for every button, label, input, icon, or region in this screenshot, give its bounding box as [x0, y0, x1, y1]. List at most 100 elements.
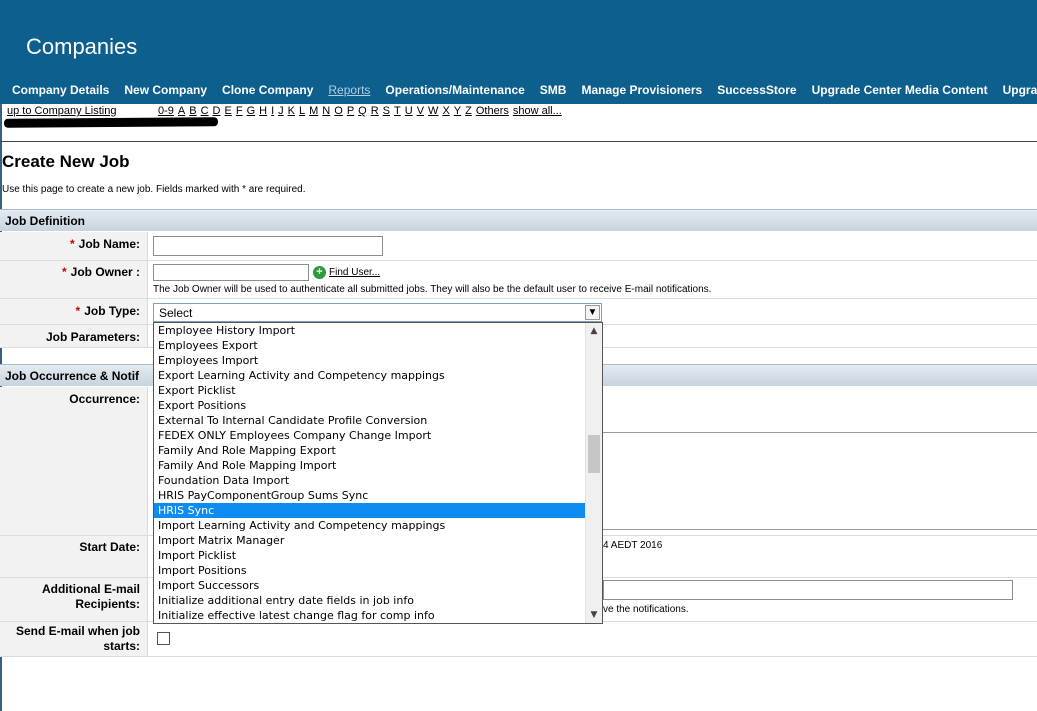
job-type-option[interactable]: Initialize effective latest change flag …: [154, 608, 586, 623]
job-type-option[interactable]: Employees Import: [154, 353, 586, 368]
page-title: Create New Job: [2, 152, 130, 171]
letter-filter-link[interactable]: X: [442, 105, 449, 117]
job-type-option[interactable]: Import Picklist: [154, 548, 586, 563]
letter-filter-link[interactable]: C: [201, 105, 209, 117]
letter-filter-link[interactable]: R: [371, 105, 379, 117]
divider: [0, 141, 1037, 142]
recipients-input[interactable]: [603, 580, 1013, 600]
job-type-option[interactable]: Initialize additional entry date fields …: [154, 593, 586, 608]
job-type-label-text: Job Type:: [84, 304, 140, 318]
redaction-mark: [3, 117, 219, 128]
start-date-value: 4 AEDT 2016: [603, 540, 663, 551]
letter-filter-link[interactable]: T: [394, 105, 401, 117]
letter-filter-link[interactable]: F: [236, 105, 243, 117]
letter-filter-link[interactable]: Y: [454, 105, 461, 117]
letter-filter-link[interactable]: V: [417, 105, 424, 117]
letter-filter-link[interactable]: K: [288, 105, 295, 117]
job-type-value: Select: [159, 306, 193, 320]
required-marker: *: [69, 237, 75, 251]
job-owner-input[interactable]: [153, 264, 309, 281]
letter-filter-link[interactable]: M: [309, 105, 318, 117]
job-owner-label: * Job Owner :: [0, 265, 148, 279]
nav-item[interactable]: New Company: [124, 83, 207, 97]
letter-filter-link[interactable]: I: [271, 105, 274, 117]
letter-filter-link[interactable]: S: [383, 105, 390, 117]
occurrence-label: Occurrence:: [69, 392, 140, 406]
letter-filter-link[interactable]: Z: [465, 105, 472, 117]
letter-filter-link[interactable]: Others: [476, 105, 509, 117]
label-column: [0, 387, 148, 657]
send-email-label: Send E-mail when job starts:: [15, 624, 140, 653]
job-type-option[interactable]: Import Learning Activity and Competency …: [154, 518, 586, 533]
nav-item[interactable]: Operations/Maintenance: [385, 83, 524, 97]
letter-filter-link[interactable]: 0-9: [158, 105, 174, 117]
letter-filter-link[interactable]: G: [247, 105, 256, 117]
nav-item[interactable]: Upgrade Center Media Content: [812, 83, 988, 97]
recipients-help: ve the notifications.: [603, 604, 689, 615]
job-type-label: * Job Type:: [0, 304, 148, 318]
letter-filter-link[interactable]: P: [347, 105, 354, 117]
job-name-label: * Job Name:: [0, 237, 148, 251]
find-user-label: Find User...: [329, 267, 381, 278]
job-type-option[interactable]: Family And Role Mapping Import: [154, 458, 586, 473]
required-marker: *: [61, 265, 67, 279]
page-intro: Use this page to create a new job. Field…: [2, 184, 306, 195]
letter-filter-link[interactable]: J: [278, 105, 284, 117]
up-to-company-listing-link[interactable]: up to Company Listing: [7, 105, 116, 117]
scroll-down-icon[interactable]: ▼: [586, 607, 602, 623]
letter-filter-link[interactable]: O: [334, 105, 343, 117]
letter-filter-link[interactable]: Q: [358, 105, 367, 117]
job-type-option[interactable]: Export Positions: [154, 398, 586, 413]
chevron-down-icon[interactable]: ▼: [585, 305, 600, 320]
scroll-up-icon[interactable]: ▲: [586, 323, 602, 339]
send-email-checkbox[interactable]: [157, 632, 170, 645]
letter-filter-link[interactable]: D: [213, 105, 221, 117]
letter-filter-link[interactable]: H: [259, 105, 267, 117]
scroll-thumb[interactable]: [588, 435, 600, 473]
letter-filter-link[interactable]: L: [299, 105, 305, 117]
required-marker: *: [75, 304, 81, 318]
section-job-definition: Job Definition: [0, 209, 1037, 231]
job-parameters-label: Job Parameters:: [45, 330, 140, 344]
job-type-options: Employee History Import Employees Export E…: [154, 323, 586, 623]
job-type-option[interactable]: Import Successors: [154, 578, 586, 593]
letter-filter-link[interactable]: B: [189, 105, 196, 117]
nav-item[interactable]: SMB: [540, 83, 567, 97]
job-type-option[interactable]: Import Matrix Manager: [154, 533, 586, 548]
letter-filter-link[interactable]: N: [322, 105, 330, 117]
job-type-option[interactable]: HRIS Sync: [154, 503, 586, 518]
job-type-option[interactable]: Employees Export: [154, 338, 586, 353]
job-type-option[interactable]: Import Positions: [154, 563, 586, 578]
job-name-label-text: Job Name:: [78, 237, 140, 251]
nav-item[interactable]: Company Details: [12, 83, 109, 97]
nav-item[interactable]: Clone Company: [222, 83, 313, 97]
row-divider: [0, 298, 1037, 299]
letter-filter-link[interactable]: E: [225, 105, 232, 117]
dropdown-scrollbar[interactable]: ▲ ▼: [585, 323, 602, 623]
job-type-option[interactable]: External To Internal Candidate Profile C…: [154, 413, 586, 428]
job-type-option[interactable]: FEDEX ONLY Employees Company Change Impo…: [154, 428, 586, 443]
letter-filter-link[interactable]: U: [405, 105, 413, 117]
letter-filter-link[interactable]: show all...: [513, 105, 562, 117]
job-type-option[interactable]: Export Picklist: [154, 383, 586, 398]
job-type-option[interactable]: Foundation Data Import: [154, 473, 586, 488]
nav-item[interactable]: Manage Provisioners: [581, 83, 702, 97]
job-type-option[interactable]: Export Learning Activity and Competency …: [154, 368, 586, 383]
letter-filter-link[interactable]: W: [428, 105, 438, 117]
letter-index: 0-9 A B C D E F G H I J K L M N O P Q R S T U V W X Y Z Others show …: [158, 105, 566, 117]
nav-item[interactable]: Reports: [328, 83, 370, 97]
job-type-dropdown[interactable]: Employee History Import Employees Export E…: [153, 322, 603, 624]
row-divider: [0, 656, 1037, 657]
nav-item[interactable]: Upgrade Cen: [1003, 83, 1037, 97]
job-type-option[interactable]: Family And Role Mapping Export: [154, 443, 586, 458]
job-name-input[interactable]: [153, 236, 383, 256]
start-date-label: Start Date:: [79, 540, 140, 554]
row-divider: [0, 260, 1037, 261]
find-user-link[interactable]: + Find User...: [313, 266, 380, 279]
job-type-select[interactable]: Select ▼: [153, 303, 602, 322]
header-bar: Companies Company Details New Company Clon…: [0, 0, 1037, 104]
job-type-option[interactable]: HRIS PayComponentGroup Sums Sync: [154, 488, 586, 503]
letter-filter-link[interactable]: A: [178, 105, 185, 117]
nav-item[interactable]: SuccessStore: [717, 83, 796, 97]
job-type-option[interactable]: Employee History Import: [154, 323, 586, 338]
